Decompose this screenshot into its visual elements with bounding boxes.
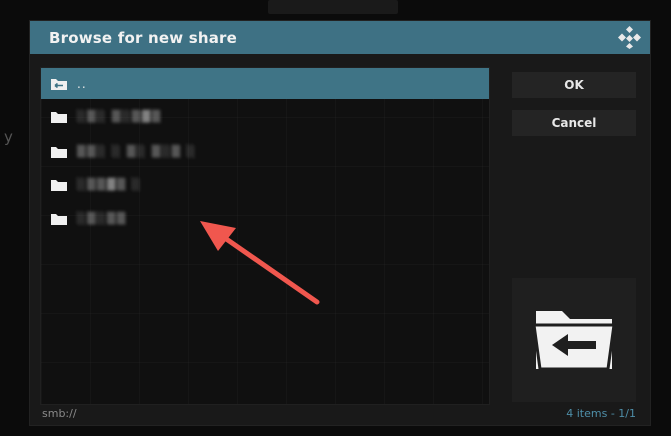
folder-icon <box>51 146 67 158</box>
list-item-parent[interactable]: .. <box>41 68 489 99</box>
ok-button[interactable]: OK <box>512 72 636 98</box>
dialog-title: Browse for new share <box>49 28 237 47</box>
folder-icon <box>51 111 67 123</box>
cancel-button[interactable]: Cancel <box>512 110 636 136</box>
browse-dialog: Browse for new share .. ░▒░ ▒░▒▓▒ ▒▒░ ░ … <box>30 21 650 425</box>
list-item[interactable]: ░▒░ ▒░▒▓▒ <box>41 101 489 132</box>
list-item-label: ▒▒░ ░ ▒░ ▒░▒ ░ <box>77 145 197 158</box>
list-item[interactable]: ░▒░▒▒ <box>41 203 489 234</box>
background-glyph: y <box>4 128 13 146</box>
kodi-logo-icon <box>618 26 641 49</box>
list-item[interactable]: ▒▒░ ░ ▒░ ▒░▒ ░ <box>41 136 489 167</box>
current-path: smb:// <box>42 407 77 420</box>
list-item[interactable]: ░▒▒▓▒ ░ <box>41 169 489 200</box>
folder-icon <box>51 213 67 225</box>
list-item-label: ░▒▒▓▒ ░ <box>77 178 142 191</box>
preview-thumbnail <box>512 278 636 402</box>
item-count: 4 items - 1/1 <box>566 407 636 420</box>
background-bar <box>268 0 398 14</box>
folder-back-icon <box>51 78 67 90</box>
folder-icon <box>51 179 67 191</box>
list-item-label: ░▒░ ▒░▒▓▒ <box>77 110 162 123</box>
folder-back-large-icon <box>532 311 616 371</box>
list-item-label: .. <box>77 76 87 91</box>
file-list: .. ░▒░ ▒░▒▓▒ ▒▒░ ░ ▒░ ▒░▒ ░ ░▒▒▓▒ ░ ░▒░▒ <box>40 67 490 405</box>
dialog-header: Browse for new share <box>30 21 650 54</box>
list-item-label: ░▒░▒▒ <box>77 212 127 225</box>
